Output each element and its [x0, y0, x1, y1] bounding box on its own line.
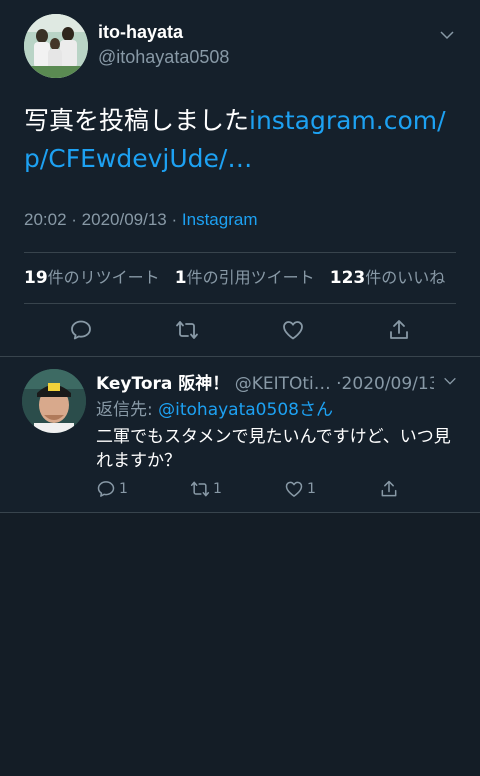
like-icon — [283, 321, 303, 340]
tweet-date[interactable]: 2020/09/13 — [82, 210, 167, 229]
reply-author-name[interactable]: KeyTora 阪神！ — [96, 374, 229, 394]
reply-retweet-button[interactable]: 1 — [190, 479, 222, 499]
likes-stat[interactable]: 123件のいいね — [329, 268, 446, 288]
tweet-text: 写真を投稿しましたinstagram.com/p/CFEwdevjUde/… — [24, 102, 456, 178]
like-icon — [285, 481, 303, 497]
retweets-count: 19 — [24, 268, 48, 288]
replying-to-handle[interactable]: @itohayata0508さん — [158, 400, 333, 420]
tweet-meta: 20:02 · 2020/09/13 · Instagram — [24, 210, 258, 229]
share-icon — [390, 320, 408, 339]
reply-date[interactable]: ·2020/09/13 — [336, 374, 434, 394]
author-name[interactable]: ito-hayata — [98, 22, 183, 43]
retweet-icon — [190, 481, 210, 497]
author-handle[interactable]: @itohayata0508 — [98, 47, 229, 68]
quotes-count: 1 — [174, 268, 187, 288]
tweet-source[interactable]: Instagram — [182, 210, 258, 229]
author-avatar[interactable] — [24, 14, 88, 78]
tweet-body: 写真を投稿しました — [24, 106, 250, 135]
reply-tweet[interactable]: KeyTora 阪神！ @KEITOti… ·2020/09/13 返信先: @… — [0, 357, 480, 513]
reply-header: KeyTora 阪神！ @KEITOti… ·2020/09/13 — [96, 369, 434, 394]
like-button[interactable] — [280, 317, 306, 343]
retweet-icon — [176, 321, 198, 339]
reply-retweet-count: 1 — [213, 481, 222, 497]
retweets-label: 件のリツイート — [47, 268, 160, 287]
retweet-button[interactable] — [174, 317, 200, 343]
reply-actions: 1 1 1 — [96, 477, 460, 501]
reply-like-button[interactable]: 1 — [284, 479, 316, 499]
likes-label: 件のいいね — [365, 268, 446, 287]
reply-reply-button[interactable]: 1 — [96, 479, 128, 499]
chevron-down-icon[interactable] — [438, 26, 456, 44]
replying-to: 返信先: @itohayata0508さん — [96, 395, 333, 420]
reply-author-handle[interactable]: @KEITOti… — [235, 374, 331, 394]
chevron-down-icon[interactable] — [442, 373, 458, 389]
reply-avatar[interactable] — [22, 369, 86, 433]
reply-icon — [71, 320, 91, 340]
reply-text: 二軍でもスタメンで見たいんですけど、いつ見れますか？ — [96, 427, 451, 471]
tweet-actions — [24, 304, 456, 356]
quotes-label: 件の引用ツイート — [186, 268, 315, 287]
main-tweet: ito-hayata @itohayata0508 写真を投稿しましたinsta… — [0, 0, 480, 357]
tweet-time: 20:02 — [24, 210, 67, 229]
quotes-stat[interactable]: 1件の引用ツイート — [174, 268, 315, 288]
author-row: ito-hayata @itohayata0508 — [24, 0, 456, 90]
retweets-stat[interactable]: 19件のリツイート — [24, 268, 160, 288]
share-button[interactable] — [386, 317, 412, 343]
reply-reply-count: 1 — [119, 481, 128, 497]
share-icon — [381, 480, 397, 497]
reply-button[interactable] — [68, 317, 94, 343]
tweet-stats: 19件のリツイート 1件の引用ツイート 123件のいいね — [24, 253, 456, 303]
reply-icon — [97, 481, 115, 497]
replying-prefix: 返信先: — [96, 400, 159, 420]
likes-count: 123 — [329, 268, 366, 288]
reply-share-button[interactable] — [379, 479, 402, 499]
reply-like-count: 1 — [307, 481, 316, 497]
